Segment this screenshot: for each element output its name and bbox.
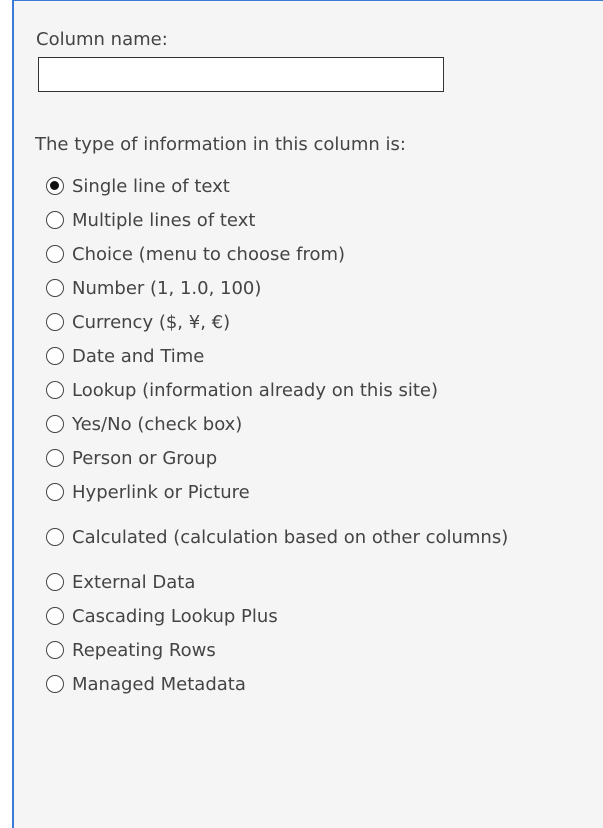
- type-option-lookup[interactable]: Lookup (information already on this site…: [46, 373, 602, 407]
- column-type-label: The type of information in this column i…: [35, 134, 406, 155]
- column-type-options: Single line of text Multiple lines of te…: [46, 169, 602, 701]
- type-option-label: Hyperlink or Picture: [72, 481, 250, 503]
- type-option-cascading-lookup-plus[interactable]: Cascading Lookup Plus: [46, 599, 602, 633]
- type-option-multiple-lines-text[interactable]: Multiple lines of text: [46, 203, 602, 237]
- radio-button-icon[interactable]: [46, 347, 64, 365]
- radio-button-icon[interactable]: [46, 313, 64, 331]
- radio-button-icon[interactable]: [46, 245, 64, 263]
- type-option-external-data[interactable]: External Data: [46, 565, 602, 599]
- radio-button-icon[interactable]: [46, 641, 64, 659]
- type-option-choice[interactable]: Choice (menu to choose from): [46, 237, 602, 271]
- type-option-calculated[interactable]: Calculated (calculation based on other c…: [46, 509, 602, 565]
- radio-button-icon[interactable]: [46, 279, 64, 297]
- column-name-input[interactable]: [38, 57, 444, 92]
- type-option-label: Currency ($, ¥, €): [72, 311, 231, 333]
- radio-button-icon[interactable]: [46, 573, 64, 591]
- type-option-label: Lookup (information already on this site…: [72, 379, 438, 401]
- type-option-label: Date and Time: [72, 345, 205, 367]
- type-option-label: Multiple lines of text: [72, 209, 256, 231]
- type-option-label: Choice (menu to choose from): [72, 243, 346, 265]
- radio-button-icon[interactable]: [46, 675, 64, 693]
- type-option-hyperlink-picture[interactable]: Hyperlink or Picture: [46, 475, 602, 509]
- radio-button-icon[interactable]: [46, 415, 64, 433]
- radio-button-icon[interactable]: [46, 528, 64, 546]
- column-name-label: Column name:: [36, 29, 168, 50]
- radio-button-icon[interactable]: [46, 177, 64, 195]
- type-option-label: External Data: [72, 571, 196, 593]
- type-option-label: Single line of text: [72, 175, 230, 197]
- column-settings-panel: Column name: The type of information in …: [12, 0, 603, 828]
- type-option-label: Person or Group: [72, 447, 218, 469]
- type-option-single-line-text[interactable]: Single line of text: [46, 169, 602, 203]
- type-option-label: Number (1, 1.0, 100): [72, 277, 262, 299]
- radio-button-icon[interactable]: [46, 607, 64, 625]
- radio-button-icon[interactable]: [46, 449, 64, 467]
- type-option-date-time[interactable]: Date and Time: [46, 339, 602, 373]
- radio-button-icon[interactable]: [46, 211, 64, 229]
- type-option-label: Repeating Rows: [72, 639, 216, 661]
- type-option-number[interactable]: Number (1, 1.0, 100): [46, 271, 602, 305]
- type-option-repeating-rows[interactable]: Repeating Rows: [46, 633, 602, 667]
- type-option-label: Yes/No (check box): [72, 413, 243, 435]
- type-option-yes-no[interactable]: Yes/No (check box): [46, 407, 602, 441]
- type-option-managed-metadata[interactable]: Managed Metadata: [46, 667, 602, 701]
- radio-button-icon[interactable]: [46, 381, 64, 399]
- type-option-label: Calculated (calculation based on other c…: [72, 526, 509, 548]
- type-option-label: Managed Metadata: [72, 673, 246, 695]
- type-option-person-group[interactable]: Person or Group: [46, 441, 602, 475]
- radio-button-icon[interactable]: [46, 483, 64, 501]
- type-option-currency[interactable]: Currency ($, ¥, €): [46, 305, 602, 339]
- type-option-label: Cascading Lookup Plus: [72, 605, 278, 627]
